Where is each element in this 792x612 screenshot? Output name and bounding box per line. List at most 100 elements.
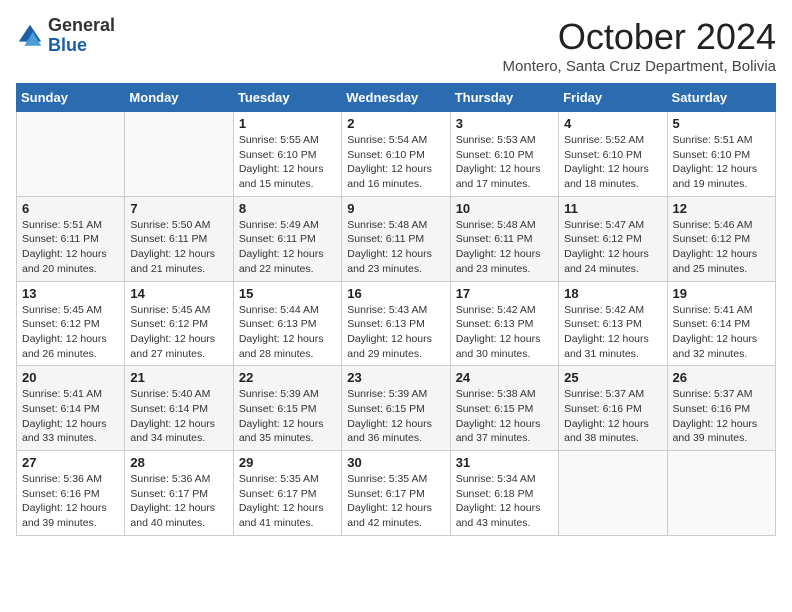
day-of-week-friday: Friday xyxy=(559,84,667,112)
day-number: 19 xyxy=(673,286,770,301)
calendar-cell: 1Sunrise: 5:55 AM Sunset: 6:10 PM Daylig… xyxy=(233,112,341,197)
day-number: 21 xyxy=(130,370,227,385)
calendar-cell: 27Sunrise: 5:36 AM Sunset: 6:16 PM Dayli… xyxy=(17,451,125,536)
month-title: October 2024 xyxy=(503,16,776,58)
day-of-week-tuesday: Tuesday xyxy=(233,84,341,112)
day-info: Sunrise: 5:51 AM Sunset: 6:10 PM Dayligh… xyxy=(673,133,770,192)
day-number: 20 xyxy=(22,370,119,385)
day-number: 25 xyxy=(564,370,661,385)
calendar-cell: 18 Sunrise: 5:42 AM Sunset: 6:13 PM Dayli… xyxy=(559,281,667,366)
day-info: Sunrise: 5:48 AM Sunset: 6:11 PM Dayligh… xyxy=(456,218,553,277)
day-info: Sunrise: 5:37 AM Sunset: 6:16 PM Dayligh… xyxy=(673,387,770,446)
calendar-cell: 10 Sunrise: 5:48 AM Sunset: 6:11 PM Dayli… xyxy=(450,196,558,281)
day-number: 5 xyxy=(673,116,770,131)
calendar-cell: 17Sunrise: 5:42 AM Sunset: 6:13 PM Dayli… xyxy=(450,281,558,366)
calendar-week-3: 13Sunrise: 5:45 AM Sunset: 6:12 PM Dayli… xyxy=(17,281,776,366)
day-info: Sunrise: 5:40 AM Sunset: 6:14 PM Dayligh… xyxy=(130,387,227,446)
calendar-cell: 28Sunrise: 5:36 AM Sunset: 6:17 PM Dayli… xyxy=(125,451,233,536)
day-number: 10 xyxy=(456,201,553,216)
calendar-cell xyxy=(667,451,775,536)
calendar-cell: 24Sunrise: 5:38 AM Sunset: 6:15 PM Dayli… xyxy=(450,366,558,451)
day-number: 24 xyxy=(456,370,553,385)
calendar-cell: 31 Sunrise: 5:34 AM Sunset: 6:18 PM Dayli… xyxy=(450,451,558,536)
calendar-cell: 9 Sunrise: 5:48 AM Sunset: 6:11 PM Daylig… xyxy=(342,196,450,281)
day-info: Sunrise: 5:43 AM Sunset: 6:13 PM Dayligh… xyxy=(347,303,444,362)
day-info: Sunrise: 5:50 AM Sunset: 6:11 PM Dayligh… xyxy=(130,218,227,277)
calendar-cell: 8 Sunrise: 5:49 AM Sunset: 6:11 PM Daylig… xyxy=(233,196,341,281)
day-info: Sunrise: 5:54 AM Sunset: 6:10 PM Dayligh… xyxy=(347,133,444,192)
calendar-week-5: 27Sunrise: 5:36 AM Sunset: 6:16 PM Dayli… xyxy=(17,451,776,536)
day-of-week-thursday: Thursday xyxy=(450,84,558,112)
day-number: 12 xyxy=(673,201,770,216)
calendar-cell: 14 Sunrise: 5:45 AM Sunset: 6:12 PM Dayli… xyxy=(125,281,233,366)
day-number: 31 xyxy=(456,455,553,470)
calendar-cell xyxy=(125,112,233,197)
day-number: 2 xyxy=(347,116,444,131)
day-number: 8 xyxy=(239,201,336,216)
day-info: Sunrise: 5:49 AM Sunset: 6:11 PM Dayligh… xyxy=(239,218,336,277)
calendar-cell: 7Sunrise: 5:50 AM Sunset: 6:11 PM Daylig… xyxy=(125,196,233,281)
calendar-week-1: 1Sunrise: 5:55 AM Sunset: 6:10 PM Daylig… xyxy=(17,112,776,197)
day-number: 3 xyxy=(456,116,553,131)
day-info: Sunrise: 5:41 AM Sunset: 6:14 PM Dayligh… xyxy=(673,303,770,362)
calendar-cell: 19 Sunrise: 5:41 AM Sunset: 6:14 PM Dayli… xyxy=(667,281,775,366)
day-info: Sunrise: 5:34 AM Sunset: 6:18 PM Dayligh… xyxy=(456,472,553,531)
day-info: Sunrise: 5:42 AM Sunset: 6:13 PM Dayligh… xyxy=(564,303,661,362)
day-info: Sunrise: 5:46 AM Sunset: 6:12 PM Dayligh… xyxy=(673,218,770,277)
day-number: 28 xyxy=(130,455,227,470)
location-subtitle: Montero, Santa Cruz Department, Bolivia xyxy=(503,58,776,75)
title-area: October 2024 Montero, Santa Cruz Departm… xyxy=(503,16,776,75)
calendar-cell: 15Sunrise: 5:44 AM Sunset: 6:13 PM Dayli… xyxy=(233,281,341,366)
calendar-cell: 2 Sunrise: 5:54 AM Sunset: 6:10 PM Daylig… xyxy=(342,112,450,197)
day-number: 11 xyxy=(564,201,661,216)
calendar-table: SundayMondayTuesdayWednesdayThursdayFrid… xyxy=(16,83,776,536)
day-of-week-saturday: Saturday xyxy=(667,84,775,112)
day-number: 27 xyxy=(22,455,119,470)
day-of-week-monday: Monday xyxy=(125,84,233,112)
calendar-cell: 12 Sunrise: 5:46 AM Sunset: 6:12 PM Dayli… xyxy=(667,196,775,281)
logo-blue: Blue xyxy=(48,35,87,55)
day-number: 26 xyxy=(673,370,770,385)
day-number: 17 xyxy=(456,286,553,301)
day-number: 22 xyxy=(239,370,336,385)
day-number: 30 xyxy=(347,455,444,470)
calendar-cell: 11 Sunrise: 5:47 AM Sunset: 6:12 PM Dayli… xyxy=(559,196,667,281)
day-info: Sunrise: 5:52 AM Sunset: 6:10 PM Dayligh… xyxy=(564,133,661,192)
day-number: 14 xyxy=(130,286,227,301)
day-number: 4 xyxy=(564,116,661,131)
day-of-week-wednesday: Wednesday xyxy=(342,84,450,112)
calendar-cell: 23Sunrise: 5:39 AM Sunset: 6:15 PM Dayli… xyxy=(342,366,450,451)
calendar-cell: 21 Sunrise: 5:40 AM Sunset: 6:14 PM Dayli… xyxy=(125,366,233,451)
calendar-cell xyxy=(17,112,125,197)
day-info: Sunrise: 5:41 AM Sunset: 6:14 PM Dayligh… xyxy=(22,387,119,446)
calendar-cell: 4 Sunrise: 5:52 AM Sunset: 6:10 PM Daylig… xyxy=(559,112,667,197)
day-number: 6 xyxy=(22,201,119,216)
day-number: 9 xyxy=(347,201,444,216)
logo-general: General xyxy=(48,15,115,35)
day-of-week-sunday: Sunday xyxy=(17,84,125,112)
calendar-cell: 22 Sunrise: 5:39 AM Sunset: 6:15 PM Dayli… xyxy=(233,366,341,451)
calendar-week-2: 6Sunrise: 5:51 AM Sunset: 6:11 PM Daylig… xyxy=(17,196,776,281)
day-info: Sunrise: 5:45 AM Sunset: 6:12 PM Dayligh… xyxy=(130,303,227,362)
day-info: Sunrise: 5:39 AM Sunset: 6:15 PM Dayligh… xyxy=(239,387,336,446)
day-info: Sunrise: 5:44 AM Sunset: 6:13 PM Dayligh… xyxy=(239,303,336,362)
calendar-week-4: 20 Sunrise: 5:41 AM Sunset: 6:14 PM Dayli… xyxy=(17,366,776,451)
calendar-cell: 5 Sunrise: 5:51 AM Sunset: 6:10 PM Daylig… xyxy=(667,112,775,197)
day-number: 18 xyxy=(564,286,661,301)
calendar-body: 1Sunrise: 5:55 AM Sunset: 6:10 PM Daylig… xyxy=(17,112,776,536)
logo: General Blue xyxy=(16,16,115,56)
calendar-cell: 13Sunrise: 5:45 AM Sunset: 6:12 PM Dayli… xyxy=(17,281,125,366)
calendar-cell xyxy=(559,451,667,536)
day-number: 16 xyxy=(347,286,444,301)
day-info: Sunrise: 5:35 AM Sunset: 6:17 PM Dayligh… xyxy=(347,472,444,531)
calendar-cell: 3Sunrise: 5:53 AM Sunset: 6:10 PM Daylig… xyxy=(450,112,558,197)
day-info: Sunrise: 5:55 AM Sunset: 6:10 PM Dayligh… xyxy=(239,133,336,192)
day-number: 23 xyxy=(347,370,444,385)
day-info: Sunrise: 5:35 AM Sunset: 6:17 PM Dayligh… xyxy=(239,472,336,531)
calendar-cell: 20 Sunrise: 5:41 AM Sunset: 6:14 PM Dayli… xyxy=(17,366,125,451)
calendar-cell: 29Sunrise: 5:35 AM Sunset: 6:17 PM Dayli… xyxy=(233,451,341,536)
day-info: Sunrise: 5:48 AM Sunset: 6:11 PM Dayligh… xyxy=(347,218,444,277)
calendar-cell: 30 Sunrise: 5:35 AM Sunset: 6:17 PM Dayli… xyxy=(342,451,450,536)
day-info: Sunrise: 5:37 AM Sunset: 6:16 PM Dayligh… xyxy=(564,387,661,446)
day-info: Sunrise: 5:47 AM Sunset: 6:12 PM Dayligh… xyxy=(564,218,661,277)
